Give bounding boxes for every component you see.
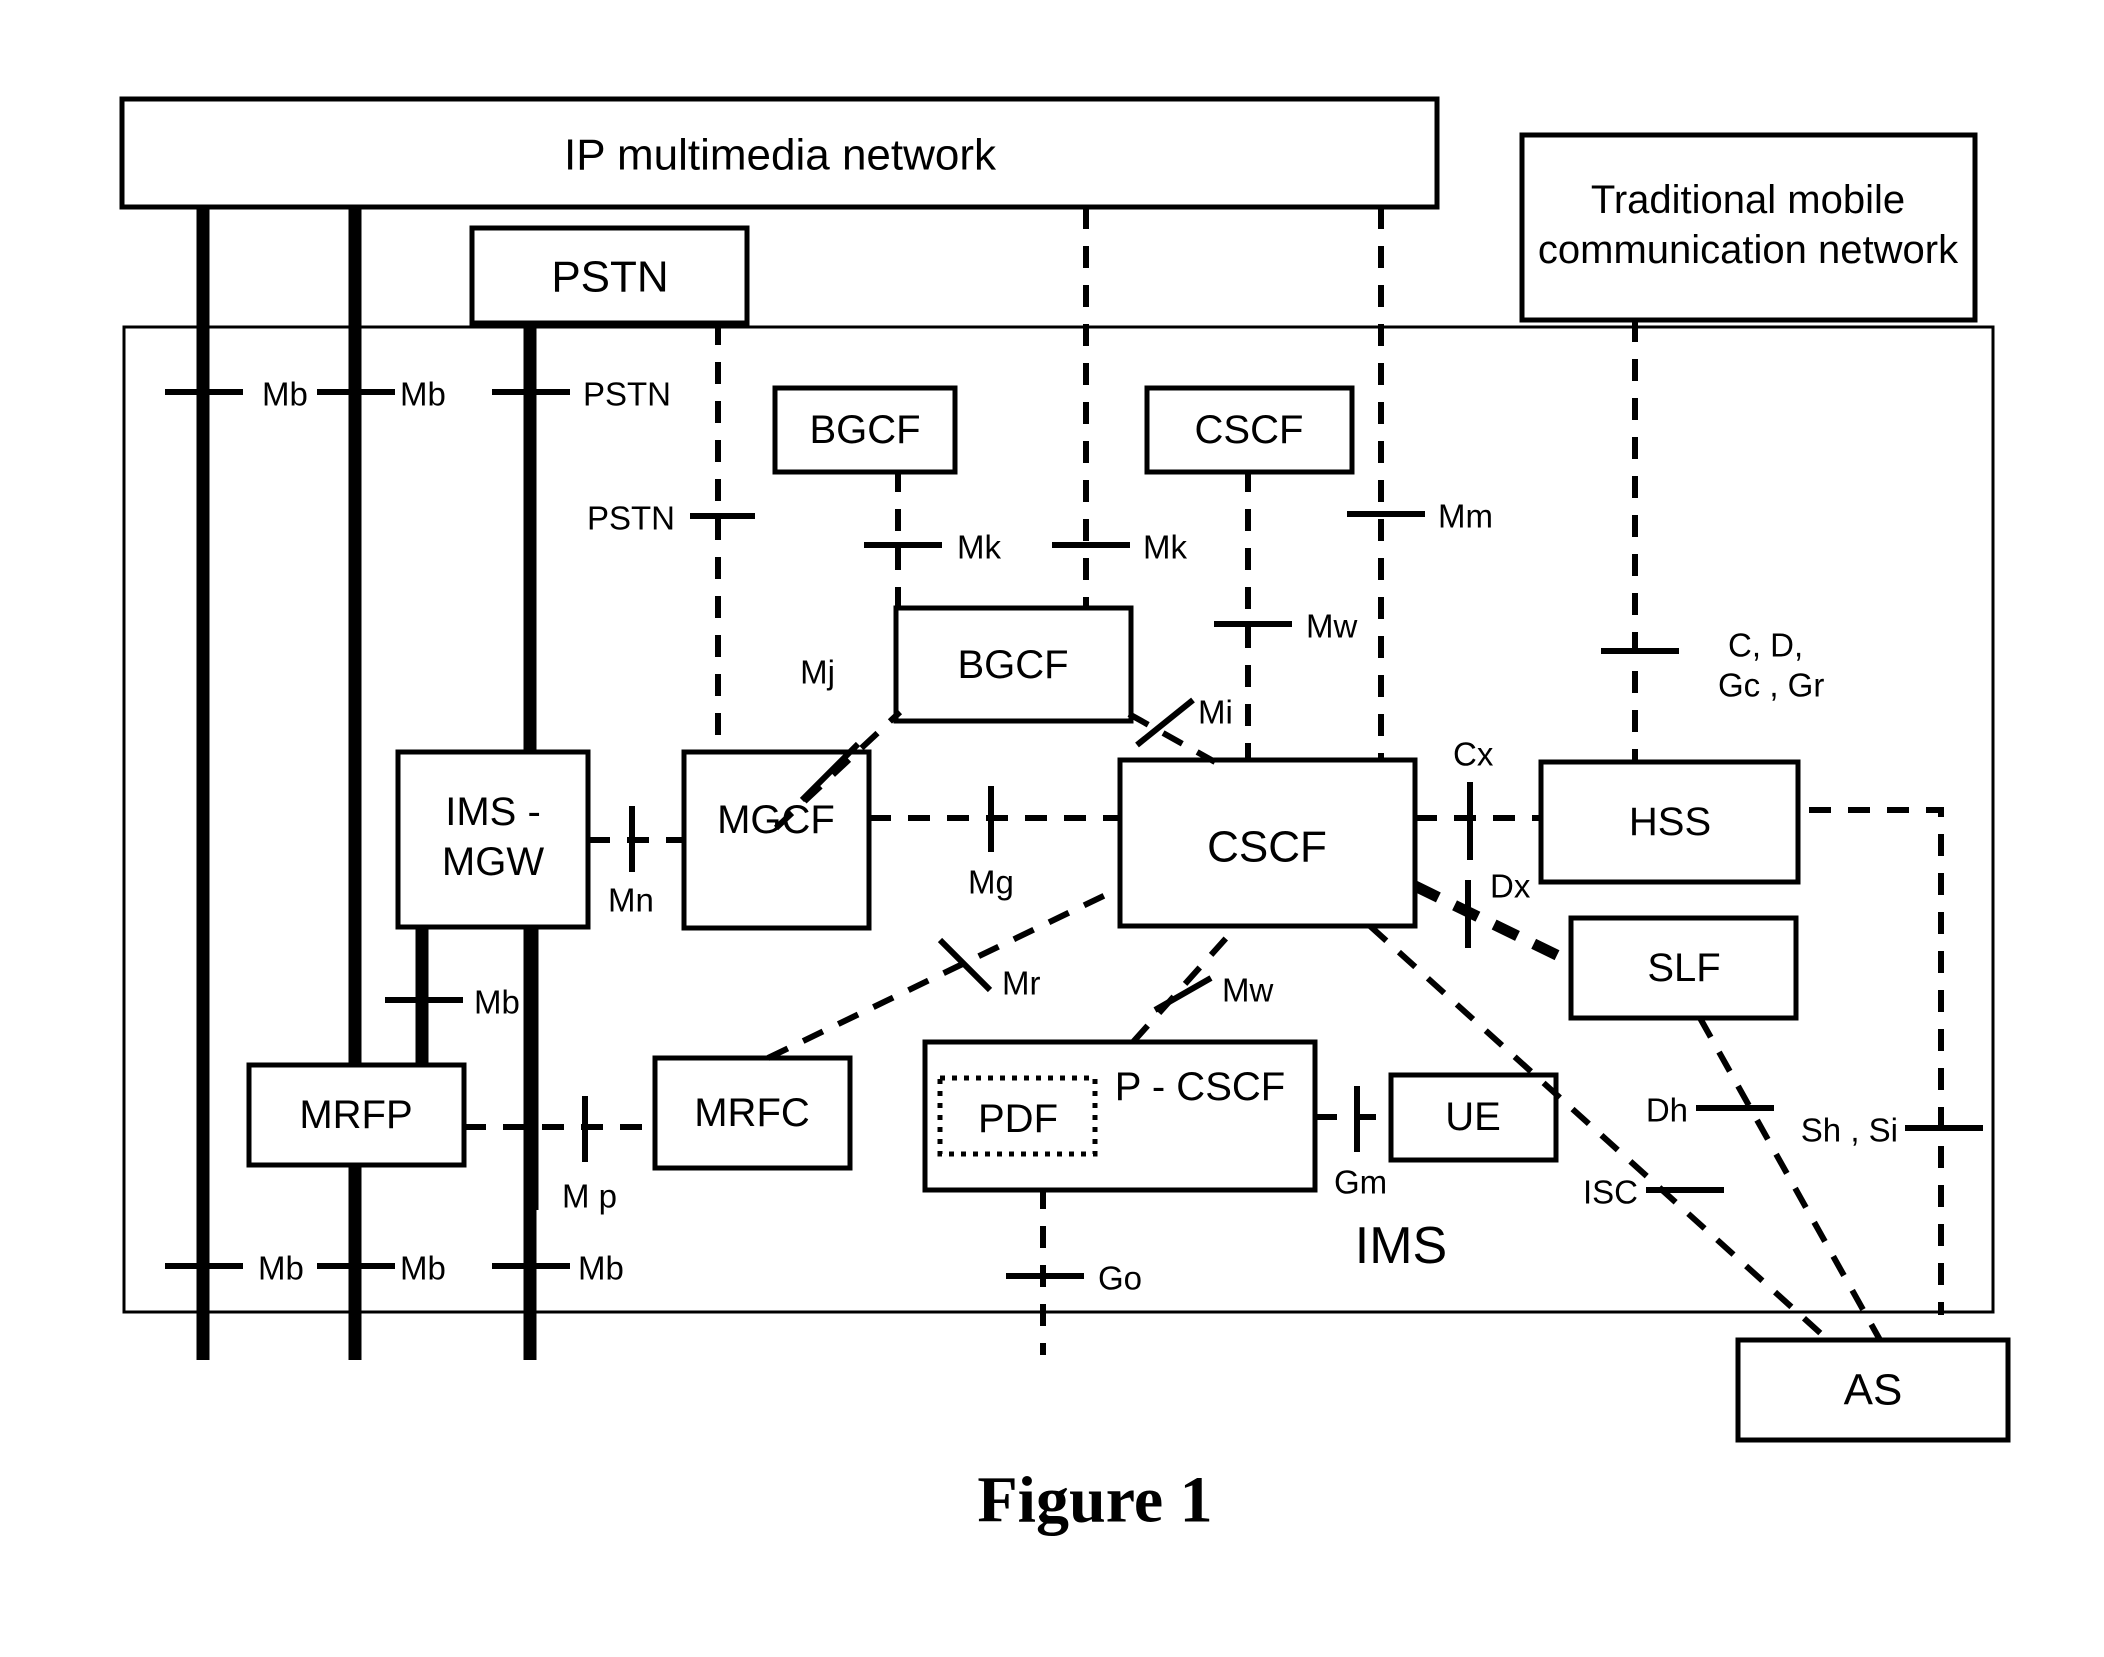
label-mb-bot-2: Mb [400,1250,446,1287]
ims-architecture-diagram: IP multimedia network PSTN Traditional m… [119,96,2011,1537]
label-mj: Mj [800,654,835,691]
label-gc-gr: Gc , Gr [1718,667,1824,704]
label-mb-bot-3: Mb [578,1250,624,1287]
label-ims-region: IMS [1355,1217,1447,1275]
figure-canvas: IP multimedia network PSTN Traditional m… [0,0,2104,1657]
label-mr: Mr [1002,965,1040,1002]
label-c-d: C, D, [1728,627,1803,664]
label-p-cscf: P - CSCF [1115,1065,1285,1109]
label-as: AS [1844,1366,1903,1415]
label-sh-si: Sh , Si [1801,1112,1898,1149]
label-mw-lower: Mw [1222,972,1273,1009]
label-bgcf-lower: BGCF [957,643,1068,687]
label-mrfp: MRFP [299,1093,412,1137]
label-traditional-mobile-network-line2: communication network [1538,228,1959,272]
label-hss: HSS [1629,800,1711,844]
label-cscf-upper: CSCF [1195,408,1304,452]
link-hss-as-shsi [1770,807,1944,1315]
label-isc: ISC [1583,1174,1638,1211]
label-mp: M p [562,1178,617,1215]
label-mm: Mm [1438,498,1493,535]
label-dx: Dx [1490,868,1531,905]
label-mb-bot-1: Mb [258,1250,304,1287]
tick-mr [937,937,993,993]
figure-caption: Figure 1 [977,1464,1212,1537]
label-dh: Dh [1646,1092,1688,1129]
label-traditional-mobile-network-line1: Traditional mobile [1591,178,1905,222]
label-bgcf-upper: BGCF [809,408,920,452]
label-mk-bgcf: Mk [957,529,1001,566]
label-ims-mgw-line1: IMS - [445,790,541,834]
label-pstn-mgcf: PSTN [587,500,675,537]
label-cscf-main: CSCF [1207,823,1327,872]
label-ue: UE [1445,1095,1501,1139]
label-mgcf: MGCF [717,798,835,842]
label-mb-top-2: Mb [400,376,446,413]
label-go: Go [1098,1260,1142,1297]
label-ip-multimedia-network: IP multimedia network [564,131,997,180]
label-cx: Cx [1453,736,1494,773]
label-mn: Mn [608,882,654,919]
label-ims-mgw-line2: MGW [442,840,544,884]
label-pstn: PSTN [551,253,668,302]
label-mi: Mi [1198,694,1233,731]
label-gm: Gm [1334,1164,1387,1201]
label-mw-upper: Mw [1306,608,1357,645]
label-mk-ipnet: Mk [1143,529,1187,566]
label-slf: SLF [1647,946,1720,990]
label-mb-mgw: Mb [474,984,520,1021]
label-pdf: PDF [978,1097,1058,1141]
label-pstn-top: PSTN [583,376,671,413]
label-mg: Mg [968,864,1014,901]
label-mrfc: MRFC [694,1091,810,1135]
tick-mw-lower [1153,975,1213,1013]
link-slf-as-dh [1697,1016,1883,1342]
label-mb-top-1: Mb [262,376,308,413]
